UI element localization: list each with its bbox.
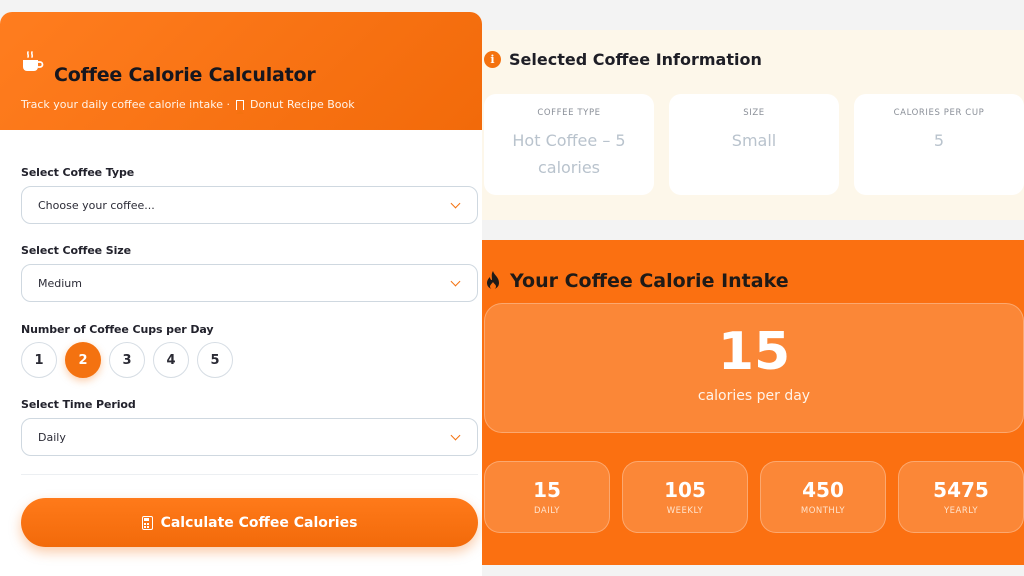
coffee-type-card: COFFEE TYPE Hot Coffee – 5 calories <box>484 94 654 195</box>
divider <box>21 474 478 475</box>
stat-daily: 15 DAILY <box>484 461 610 533</box>
subtitle: Track your daily coffee calorie intake ·… <box>21 98 355 114</box>
cups-option-4[interactable]: 4 <box>153 342 189 378</box>
main-calories-value: 15 <box>717 322 791 382</box>
stat-label: DAILY <box>533 506 561 516</box>
selected-info-panel: i Selected Coffee Information COFFEE TYP… <box>482 30 1024 220</box>
info-header: i Selected Coffee Information <box>484 50 762 69</box>
stat-value: 105 <box>664 478 706 502</box>
stat-monthly: 450 MONTHLY <box>760 461 886 533</box>
card-value: 5 <box>933 131 945 150</box>
stat-weekly: 105 WEEKLY <box>622 461 748 533</box>
coffee-size-select[interactable]: Medium <box>21 264 478 302</box>
coffee-type-value: Choose your coffee... <box>38 198 155 212</box>
cups-option-2[interactable]: 2 <box>65 342 101 378</box>
main-calories-label: calories per day <box>697 388 811 404</box>
cups-option-3[interactable]: 3 <box>109 342 145 378</box>
chevron-down-icon <box>450 430 461 440</box>
calories-per-cup-card: CALORIES PER CUP 5 <box>854 94 1024 195</box>
stat-value: 15 <box>533 478 561 502</box>
cups-option-1[interactable]: 1 <box>21 342 57 378</box>
stat-value: 5475 <box>933 478 989 502</box>
info-icon: i <box>484 51 501 68</box>
size-card: SIZE Small <box>669 94 839 195</box>
card-key: CALORIES PER CUP <box>893 108 985 118</box>
stat-yearly: 5475 YEARLY <box>898 461 1024 533</box>
flame-icon <box>487 271 499 290</box>
coffee-cup-icon <box>23 51 44 71</box>
coffee-type-label: Select Coffee Type <box>21 166 135 179</box>
bookmark-icon <box>235 99 244 114</box>
main-result-card: 15 calories per day <box>484 303 1024 433</box>
time-period-label: Select Time Period <box>21 398 136 411</box>
cups-label: Number of Coffee Cups per Day <box>21 323 214 336</box>
stat-label: WEEKLY <box>666 506 704 516</box>
app-title: Coffee Calorie Calculator <box>54 64 316 86</box>
stat-label: MONTHLY <box>800 506 846 516</box>
subtitle-text: Track your daily coffee calorie intake · <box>21 98 230 111</box>
card-key: COFFEE TYPE <box>537 108 601 118</box>
calculate-button[interactable]: Calculate Coffee Calories <box>21 498 478 547</box>
card-value: Hot Coffee – 5 calories <box>512 131 626 177</box>
cups-selector: 1 2 3 4 5 <box>21 342 233 378</box>
time-period-value: Daily <box>38 430 66 444</box>
calculate-button-label: Calculate Coffee Calories <box>160 514 358 531</box>
cups-option-5[interactable]: 5 <box>197 342 233 378</box>
result-panel: Your Coffee Calorie Intake 15 calories p… <box>482 240 1024 565</box>
result-header: Your Coffee Calorie Intake <box>484 270 789 292</box>
coffee-type-select[interactable]: Choose your coffee... <box>21 186 478 224</box>
info-title: Selected Coffee Information <box>509 50 762 69</box>
chevron-down-icon <box>450 198 461 208</box>
time-period-select[interactable]: Daily <box>21 418 478 456</box>
chevron-down-icon <box>450 276 461 286</box>
calculator-header: Coffee Calorie Calculator Track your dai… <box>0 12 482 130</box>
calculator-panel: Coffee Calorie Calculator Track your dai… <box>0 12 482 576</box>
coffee-size-label: Select Coffee Size <box>21 244 131 257</box>
calculator-icon <box>141 515 153 530</box>
coffee-size-value: Medium <box>38 276 82 290</box>
stat-value: 450 <box>802 478 844 502</box>
card-key: SIZE <box>743 108 765 118</box>
stat-label: YEARLY <box>943 506 979 516</box>
card-value: Small <box>731 131 777 150</box>
recipe-book-link[interactable]: Donut Recipe Book <box>250 98 355 111</box>
result-title: Your Coffee Calorie Intake <box>510 270 789 292</box>
